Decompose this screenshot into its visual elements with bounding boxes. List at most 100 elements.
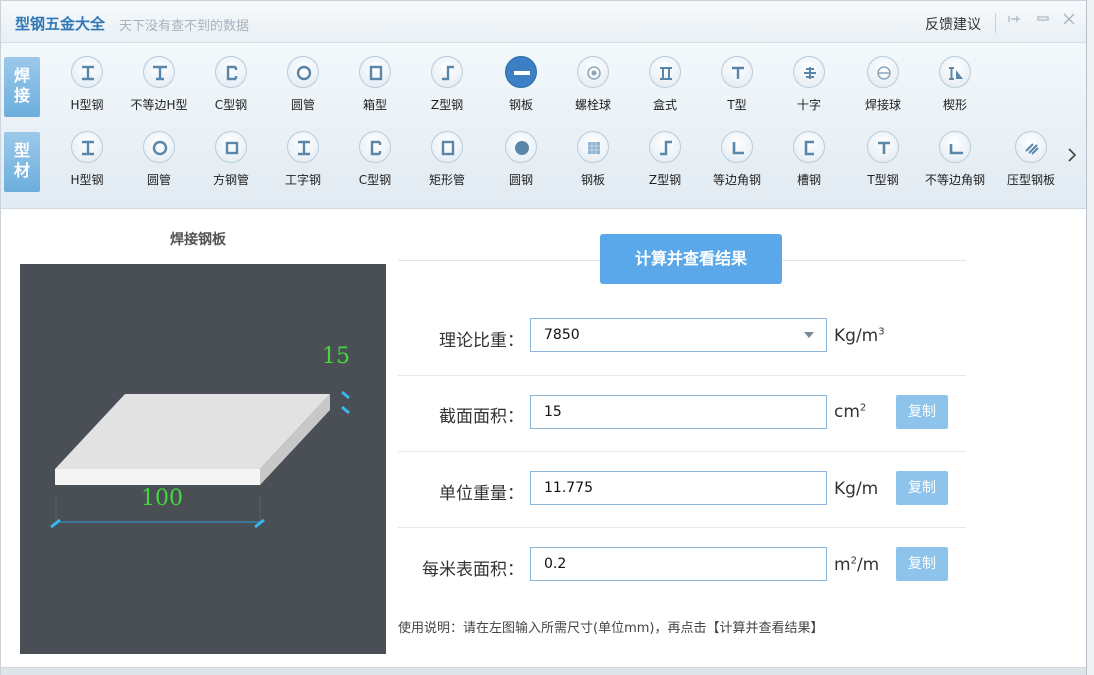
weld-ball-icon — [867, 56, 899, 88]
group-tab-weld[interactable]: 焊接 — [4, 57, 40, 117]
tool-label: 盒式 — [652, 98, 677, 112]
density-select[interactable]: 7850 — [530, 318, 827, 352]
tool-label: 等边角钢 — [712, 173, 761, 187]
plate-top-face — [55, 394, 330, 469]
tool-weld-c-channel[interactable]: C型钢 — [195, 56, 267, 122]
copy-surface-button[interactable]: 复制 — [896, 547, 948, 581]
tool-profile-steel-plate[interactable]: 钢板 — [557, 131, 629, 197]
surface-value: 0.2 — [544, 556, 567, 572]
c-channel-icon — [359, 131, 391, 163]
group-tab-weld-label: 焊接 — [13, 66, 30, 105]
status-bar — [1, 667, 1087, 675]
t-section-icon — [867, 131, 899, 163]
group-tab-profile-label: 型材 — [13, 141, 30, 180]
tool-label: C型钢 — [358, 173, 392, 187]
tool-label: 螺栓球 — [574, 98, 611, 112]
tool-profile-unequal-angle[interactable]: 不等边角钢 — [919, 131, 991, 197]
tool-label: 圆钢 — [508, 173, 533, 187]
surface-label: 每米表面积： — [422, 560, 524, 580]
unit-weight-value: 11.775 — [544, 480, 593, 496]
tool-weld-box-type[interactable]: 盒式 — [629, 56, 701, 122]
steel-plate-icon — [577, 131, 609, 163]
tool-weld-h-beam[interactable]: H型钢 — [51, 56, 123, 122]
tool-profile-round-bar[interactable]: 圆钢 — [485, 131, 557, 197]
round-tube-icon — [143, 131, 175, 163]
tool-weld-t-section[interactable]: T型 — [701, 56, 773, 122]
density-value: 7850 — [544, 327, 580, 343]
density-unit-main: Kg/m — [834, 326, 879, 346]
tool-weld-bolt-ball[interactable]: 螺栓球 — [557, 56, 629, 122]
tool-weld-box[interactable]: 箱型 — [339, 56, 411, 122]
channel-icon — [793, 131, 825, 163]
equal-angle-icon — [721, 131, 753, 163]
box-type-icon — [649, 56, 681, 88]
profiled-sheet-icon — [1015, 131, 1047, 163]
minimize-icon[interactable] — [1033, 11, 1053, 33]
tool-profile-h-beam[interactable]: H型钢 — [51, 131, 123, 197]
tool-label: 不等边角钢 — [924, 173, 985, 187]
tool-weld-weld-ball[interactable]: 焊接球 — [847, 56, 919, 122]
area-value: 15 — [544, 404, 562, 420]
width-dimension[interactable]: 100 — [141, 486, 183, 511]
unequal-angle-icon — [939, 131, 971, 163]
close-icon[interactable] — [1059, 11, 1079, 33]
calculator-panel: 焊接钢板 15 100 计算并查看结果 理论比重： 7850 Kg/m3 截面面… — [1, 209, 1087, 667]
chevron-down-icon — [804, 332, 814, 338]
copy-area-button[interactable]: 复制 — [896, 395, 948, 429]
app-window: 型钢五金大全 天下没有查不到的数据 反馈建议 焊接 型材 H型钢 不等边H型 C… — [0, 0, 1087, 675]
tool-profile-round-tube[interactable]: 圆管 — [123, 131, 195, 197]
tool-label: 焊接球 — [864, 98, 901, 112]
title-bar: 型钢五金大全 天下没有查不到的数据 反馈建议 — [1, 1, 1087, 43]
feedback-link[interactable]: 反馈建议 — [925, 14, 981, 34]
tool-weld-cross[interactable]: 十字 — [773, 56, 845, 122]
tool-profile-equal-angle[interactable]: 等边角钢 — [701, 131, 773, 197]
tool-label: 工字钢 — [284, 173, 321, 187]
tool-weld-steel-plate[interactable]: 钢板 — [485, 56, 557, 122]
cross-section-icon — [793, 56, 825, 88]
tool-label: 矩形管 — [428, 173, 465, 187]
tool-label: C型钢 — [214, 98, 248, 112]
help-text: 使用说明：请在左图输入所需尺寸(单位mm)，再点击【计算并查看结果】 — [398, 621, 824, 636]
calculate-button[interactable]: 计算并查看结果 — [600, 234, 782, 284]
tool-weld-wedge[interactable]: 楔形 — [919, 56, 991, 122]
wedge-icon — [939, 56, 971, 88]
tool-profile-c-channel[interactable]: C型钢 — [339, 131, 411, 197]
tool-weld-z-section[interactable]: Z型钢 — [411, 56, 483, 122]
tool-label: 十字 — [796, 98, 821, 112]
tool-profile-i-beam[interactable]: 工字钢 — [267, 131, 339, 197]
plate-front-face — [55, 469, 260, 485]
tool-profile-square-tube[interactable]: 方钢管 — [195, 131, 267, 197]
group-tab-profile[interactable]: 型材 — [4, 132, 40, 192]
tool-label: H型钢 — [70, 173, 104, 187]
thickness-arrow-ticks — [341, 390, 350, 415]
plate-drawing — [50, 390, 350, 529]
tool-label: 楔形 — [942, 98, 967, 112]
square-tube-icon — [215, 131, 247, 163]
copy-unit-weight-button[interactable]: 复制 — [896, 471, 948, 505]
tool-profile-z-section[interactable]: Z型钢 — [629, 131, 701, 197]
i-beam-icon — [287, 131, 319, 163]
tool-label: Z型钢 — [648, 173, 682, 187]
tool-weld-unequal-h[interactable]: 不等边H型 — [123, 56, 195, 122]
tool-label: 不等边H型 — [130, 98, 188, 112]
tool-label: 压型钢板 — [1006, 173, 1055, 187]
t-section-icon — [721, 56, 753, 88]
surface-field[interactable]: 0.2 — [530, 547, 827, 581]
h-beam-icon — [71, 131, 103, 163]
row-divider — [398, 375, 966, 376]
tool-label: 箱型 — [362, 98, 387, 112]
area-unit: cm2 — [834, 402, 866, 422]
tool-profile-channel[interactable]: 槽钢 — [773, 131, 845, 197]
tool-profile-t-section[interactable]: T型钢 — [847, 131, 919, 197]
unit-weight-field[interactable]: 11.775 — [530, 471, 827, 505]
chevron-right-icon[interactable] — [1067, 147, 1077, 166]
thickness-dimension[interactable]: 15 — [322, 344, 350, 369]
bolt-ball-icon — [577, 56, 609, 88]
tool-weld-round-tube[interactable]: 圆管 — [267, 56, 339, 122]
row-divider — [398, 451, 966, 452]
steel-plate-icon — [505, 56, 537, 88]
pin-icon[interactable] — [1005, 11, 1025, 33]
tool-profile-rect-tube[interactable]: 矩形管 — [411, 131, 483, 197]
area-field[interactable]: 15 — [530, 395, 827, 429]
tool-profile-profiled-sheet[interactable]: 压型钢板 — [995, 131, 1067, 197]
